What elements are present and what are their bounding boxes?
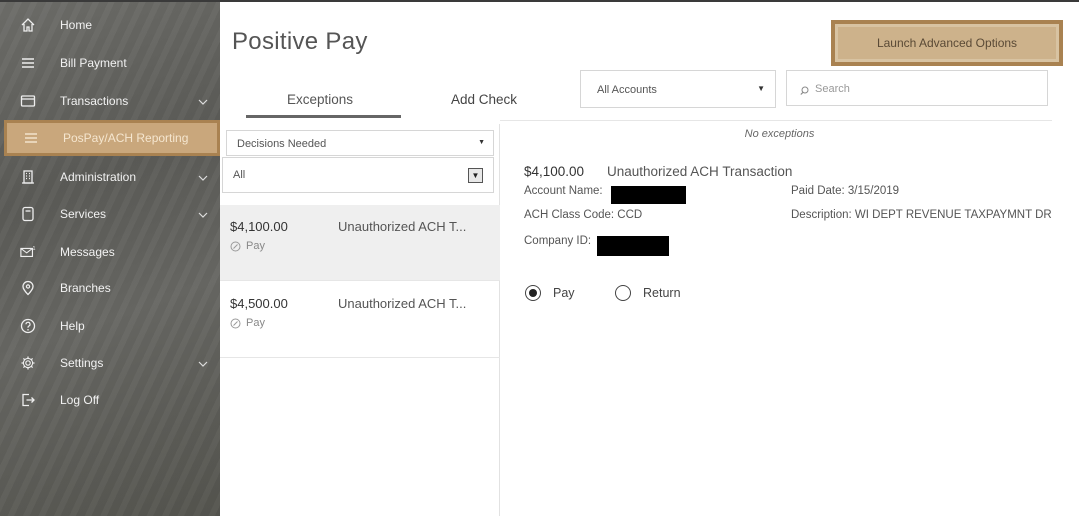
sidebar-item-label: Services xyxy=(60,207,107,221)
list-item-amount: $4,100.00 xyxy=(230,219,288,234)
sidebar-item-label: PosPay/ACH Reporting xyxy=(63,131,189,145)
list-item-status: Pay xyxy=(230,317,265,329)
calculator-icon xyxy=(20,206,36,222)
exceptions-list-panel: Decisions Needed ▼ All ▼ $4,100.00 Unaut… xyxy=(220,124,500,516)
account-name-label: Account Name: xyxy=(524,185,603,197)
return-option[interactable]: Return xyxy=(615,285,681,301)
list-item[interactable]: $4,500.00 Unauthorized ACH T... Pay xyxy=(220,282,500,358)
help-icon xyxy=(20,318,36,334)
decisions-filter-select[interactable]: Decisions Needed ▼ xyxy=(226,130,494,156)
search-input[interactable] xyxy=(815,80,1035,98)
ach-class-code: ACH Class Code: CCD xyxy=(524,209,643,221)
status-filter-select[interactable]: All ▼ xyxy=(222,157,494,193)
status-filter-value: All xyxy=(233,169,246,181)
sidebar-item-help[interactable]: Help xyxy=(0,311,220,341)
list-item-status: Pay xyxy=(230,240,265,252)
redacted-account-name xyxy=(611,186,686,204)
sidebar-item-pospay-ach-reporting[interactable]: PosPay/ACH Reporting xyxy=(4,120,220,156)
approved-circle-icon xyxy=(230,318,241,328)
launch-advanced-options-button[interactable]: Launch Advanced Options xyxy=(831,20,1063,66)
card-icon xyxy=(20,93,36,109)
return-radio-label: Return xyxy=(643,286,681,300)
detail-amount: $4,100.00 xyxy=(524,164,585,179)
sidebar-item-messages[interactable]: 1 Messages xyxy=(0,237,220,267)
list-item-status-label: Pay xyxy=(246,240,265,252)
sidebar-item-label: Branches xyxy=(60,281,111,295)
sidebar-item-label: Administration xyxy=(60,170,137,184)
list-item-status-label: Pay xyxy=(246,317,265,329)
tab-exceptions[interactable]: Exceptions xyxy=(287,92,353,107)
header-divider xyxy=(500,120,1052,121)
envelope-icon: 1 xyxy=(20,244,36,260)
redacted-company-id xyxy=(597,236,669,256)
main-content: Positive Pay Launch Advanced Options Exc… xyxy=(220,0,1079,516)
sidebar: Home Bill Payment Transactions PosPay/AC… xyxy=(0,0,220,516)
sidebar-item-bill-payment[interactable]: Bill Payment xyxy=(0,48,220,78)
decisions-filter-value: Decisions Needed xyxy=(237,138,327,150)
return-radio[interactable] xyxy=(615,285,631,301)
dropdown-arrow-icon[interactable]: ▼ xyxy=(468,168,483,183)
paid-date: Paid Date: 3/15/2019 xyxy=(791,185,900,197)
sidebar-item-branches[interactable]: Branches xyxy=(0,273,220,303)
pay-radio-label: Pay xyxy=(553,286,575,300)
sidebar-item-label: Help xyxy=(60,319,85,333)
no-exceptions-message: No exceptions xyxy=(744,128,815,140)
detail-title: Unauthorized ACH Transaction xyxy=(607,164,793,179)
sidebar-item-label: Settings xyxy=(60,356,104,370)
sidebar-item-administration[interactable]: Administration xyxy=(0,162,220,192)
chevron-down-icon xyxy=(198,96,208,106)
list-item-description: Unauthorized ACH T... xyxy=(338,296,467,311)
pay-option[interactable]: Pay xyxy=(525,285,575,301)
building-icon xyxy=(20,169,36,185)
menu-icon xyxy=(20,55,36,71)
chevron-down-icon xyxy=(198,358,208,368)
sidebar-item-home[interactable]: Home xyxy=(0,10,220,40)
location-pin-icon xyxy=(20,280,36,296)
sidebar-item-label: Messages xyxy=(60,245,115,259)
list-item[interactable]: $4,100.00 Unauthorized ACH T... Pay xyxy=(220,205,500,281)
sidebar-item-settings[interactable]: Settings xyxy=(0,348,220,378)
home-icon xyxy=(20,17,36,33)
company-id-label: Company ID: xyxy=(524,235,592,247)
sidebar-item-transactions[interactable]: Transactions xyxy=(0,86,220,116)
sidebar-item-services[interactable]: Services xyxy=(0,199,220,229)
list-item-amount: $4,500.00 xyxy=(230,296,288,311)
approved-circle-icon xyxy=(230,241,241,251)
account-select[interactable]: All Accounts ▼ xyxy=(580,70,776,108)
list-item-description: Unauthorized ACH T... xyxy=(338,219,467,234)
logout-icon xyxy=(20,392,36,408)
sidebar-item-label: Transactions xyxy=(60,94,129,108)
sidebar-item-label: Log Off xyxy=(60,393,100,407)
caret-down-icon: ▼ xyxy=(478,139,485,146)
sidebar-item-label: Home xyxy=(60,18,93,32)
page-title: Positive Pay xyxy=(232,28,368,55)
caret-down-icon: ▼ xyxy=(757,84,765,93)
search-box xyxy=(786,70,1048,106)
transaction-description: Description: WI DEPT REVENUE TAXPAYMNT D… xyxy=(791,209,1052,221)
account-select-value: All Accounts xyxy=(597,84,657,96)
launch-advanced-options-label: Launch Advanced Options xyxy=(876,36,1018,50)
gear-icon xyxy=(20,355,36,371)
menu-icon xyxy=(23,130,39,146)
tab-add-check[interactable]: Add Check xyxy=(451,92,517,107)
sidebar-item-log-off[interactable]: Log Off xyxy=(0,385,220,415)
sidebar-item-label: Bill Payment xyxy=(60,56,127,70)
search-icon xyxy=(799,84,811,96)
chevron-down-icon xyxy=(198,172,208,182)
chevron-down-icon xyxy=(198,209,208,219)
pay-radio[interactable] xyxy=(525,285,541,301)
message-count-badge: 1 xyxy=(32,246,35,252)
active-tab-indicator xyxy=(246,115,401,118)
